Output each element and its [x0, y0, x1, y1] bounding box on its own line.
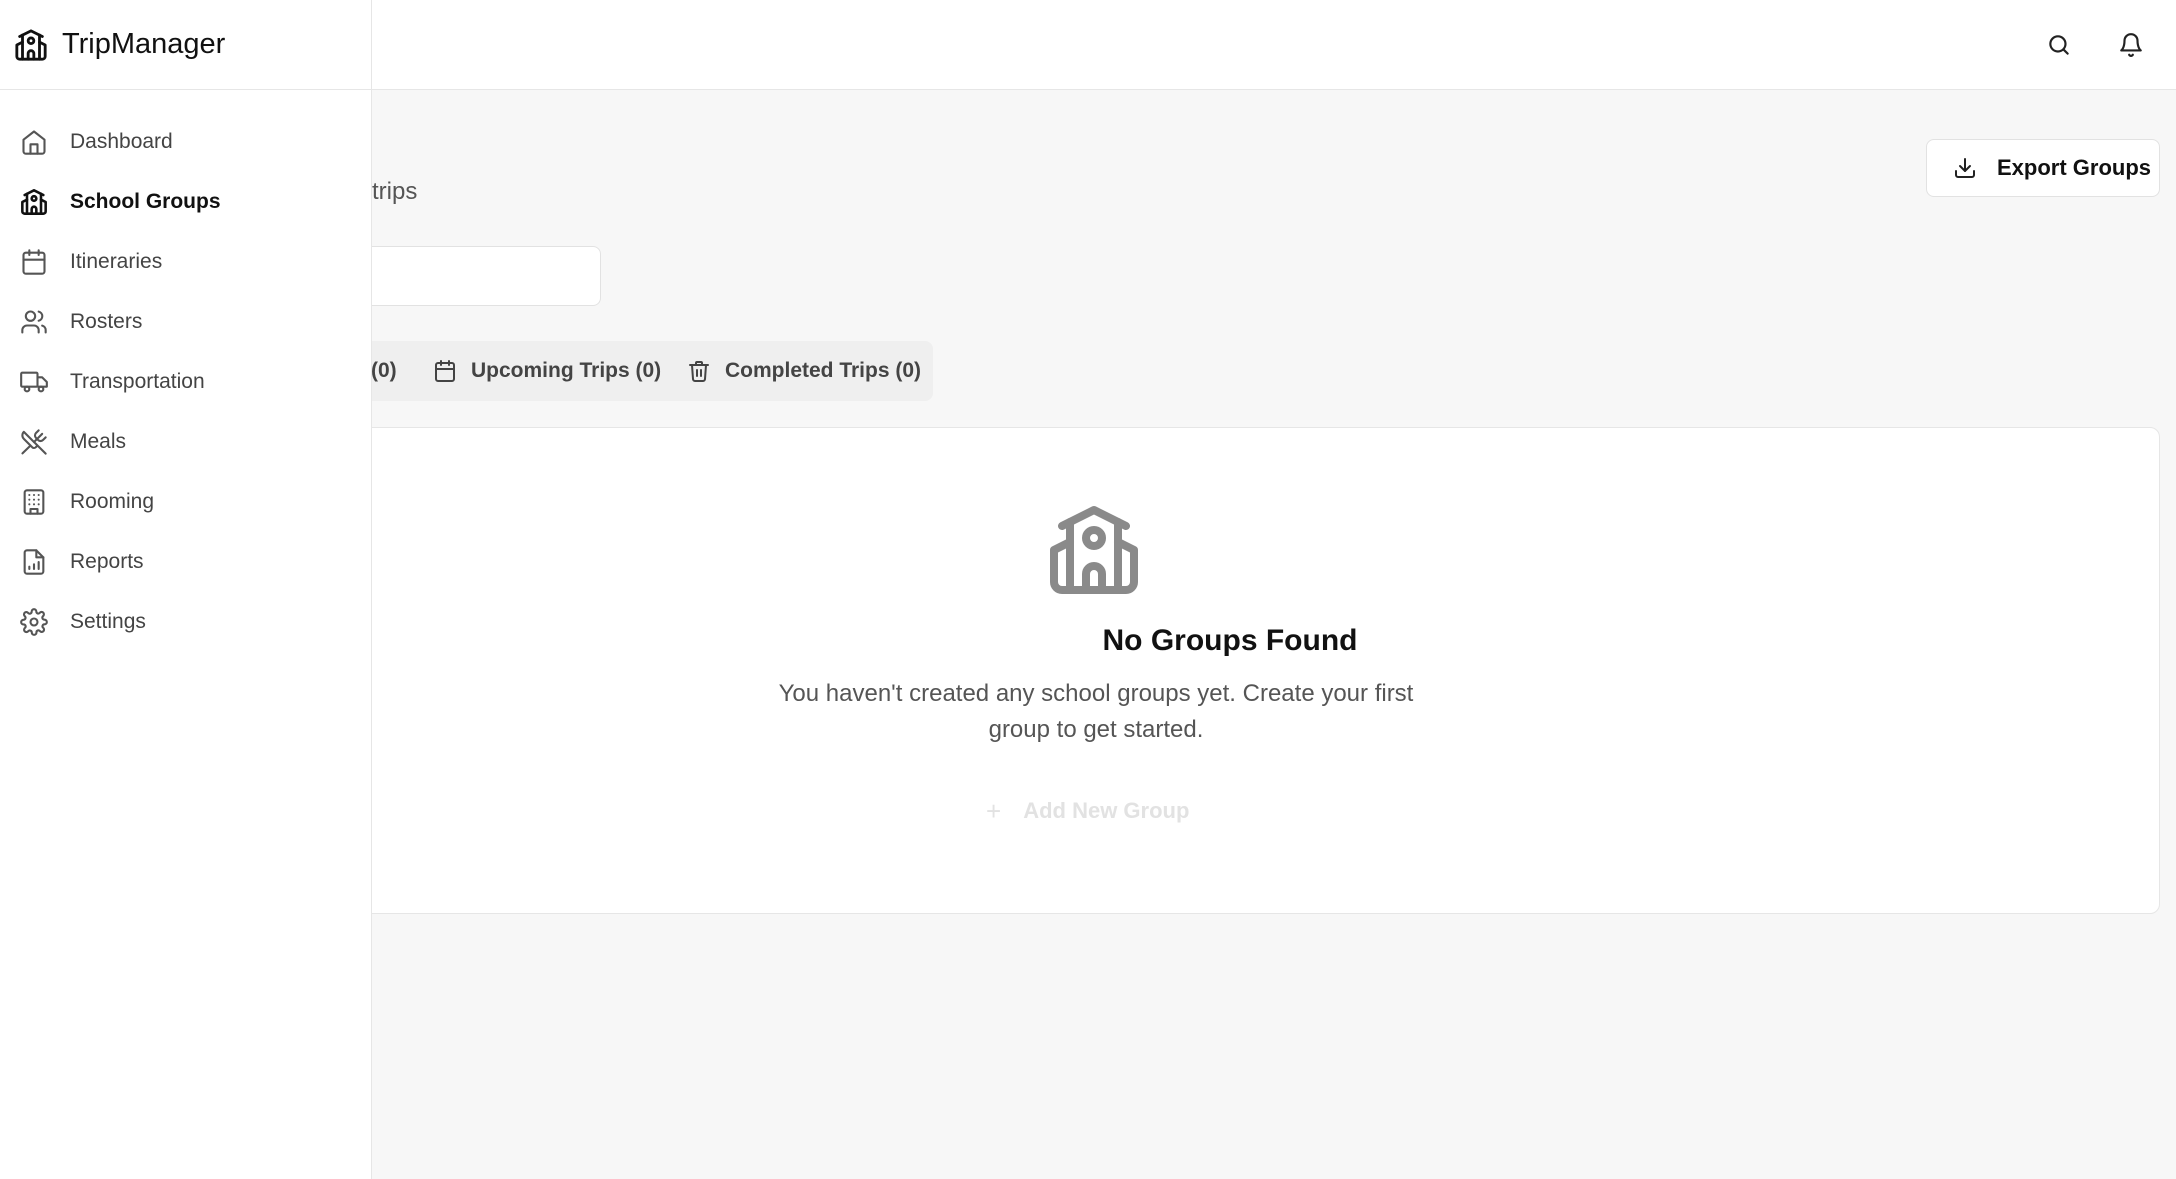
school-icon	[1046, 502, 1142, 598]
school-icon	[21, 189, 47, 215]
app-name: TripManager	[62, 28, 226, 60]
export-groups-label: Export Groups	[1997, 155, 2152, 180]
sidebar-item-dashboard[interactable]: Dashboard	[0, 112, 372, 172]
add-new-group-button[interactable]: + Add New Group	[986, 788, 1206, 834]
search-icon[interactable]	[2041, 27, 2077, 63]
add-new-group-label: Add New Group	[1023, 798, 1190, 823]
building-icon	[23, 489, 45, 515]
truck-icon	[20, 371, 48, 393]
gear-icon	[20, 608, 48, 636]
calendar-icon	[22, 249, 46, 275]
page-subtitle: trips	[372, 178, 418, 205]
sidebar-item-label: School Groups	[70, 190, 221, 213]
school-icon	[15, 28, 47, 61]
sidebar-item-rooming[interactable]: Rooming	[0, 472, 372, 532]
sidebar-item-school-groups[interactable]: School Groups	[0, 172, 372, 232]
tab-completed-trips[interactable]: Completed Trips (0)	[687, 341, 921, 401]
sidebar-item-settings[interactable]: Settings	[0, 592, 372, 652]
sidebar-item-rosters[interactable]: Rosters	[0, 292, 372, 352]
trip-tabs: (0) Upcoming Trips (0) Completed Trips (…	[300, 341, 933, 401]
tab-all-groups[interactable]: (0)	[371, 341, 397, 401]
download-icon	[1955, 158, 1975, 178]
calendar-icon	[435, 360, 455, 382]
utensils-crossed-icon	[21, 429, 47, 455]
sidebar-item-label: Dashboard	[70, 130, 173, 153]
home-icon	[22, 130, 46, 155]
users-icon	[21, 310, 47, 334]
empty-state-message: You haven't created any school groups ye…	[778, 680, 1414, 743]
tab-upcoming-trips[interactable]: Upcoming Trips (0)	[433, 341, 661, 401]
sidebar-item-reports[interactable]: Reports	[0, 532, 372, 592]
empty-state-title: No Groups Found	[1102, 624, 1358, 657]
empty-state-card: No Groups Found You haven't created any …	[300, 427, 2160, 914]
plus-icon: +	[986, 795, 1002, 826]
file-chart-icon	[23, 549, 45, 575]
sidebar-item-transportation[interactable]: Transportation	[0, 352, 372, 412]
sidebar-item-label: Rooming	[70, 490, 155, 513]
sidebar-item-label: Reports	[70, 550, 144, 573]
sidebar: TripManager Dashboard School Groups Itin…	[0, 0, 372, 1179]
sidebar-item-label: Transportation	[70, 370, 205, 393]
sidebar-nav: Dashboard School Groups Itineraries Rost…	[0, 112, 372, 652]
sidebar-item-label: Rosters	[70, 310, 143, 333]
tab-label: Completed Trips (0)	[725, 359, 922, 382]
sidebar-item-label: Meals	[70, 430, 127, 453]
brand[interactable]: TripManager	[0, 0, 372, 90]
sidebar-item-label: Itineraries	[70, 250, 163, 273]
tab-label: (0)	[371, 359, 397, 382]
trash-icon	[689, 361, 709, 382]
export-groups-button[interactable]: Export Groups	[1926, 139, 2160, 197]
tab-label: Upcoming Trips (0)	[471, 359, 662, 382]
sidebar-item-meals[interactable]: Meals	[0, 412, 372, 472]
bell-icon[interactable]	[2113, 27, 2149, 63]
sidebar-item-itineraries[interactable]: Itineraries	[0, 232, 372, 292]
sidebar-item-label: Settings	[70, 610, 146, 633]
